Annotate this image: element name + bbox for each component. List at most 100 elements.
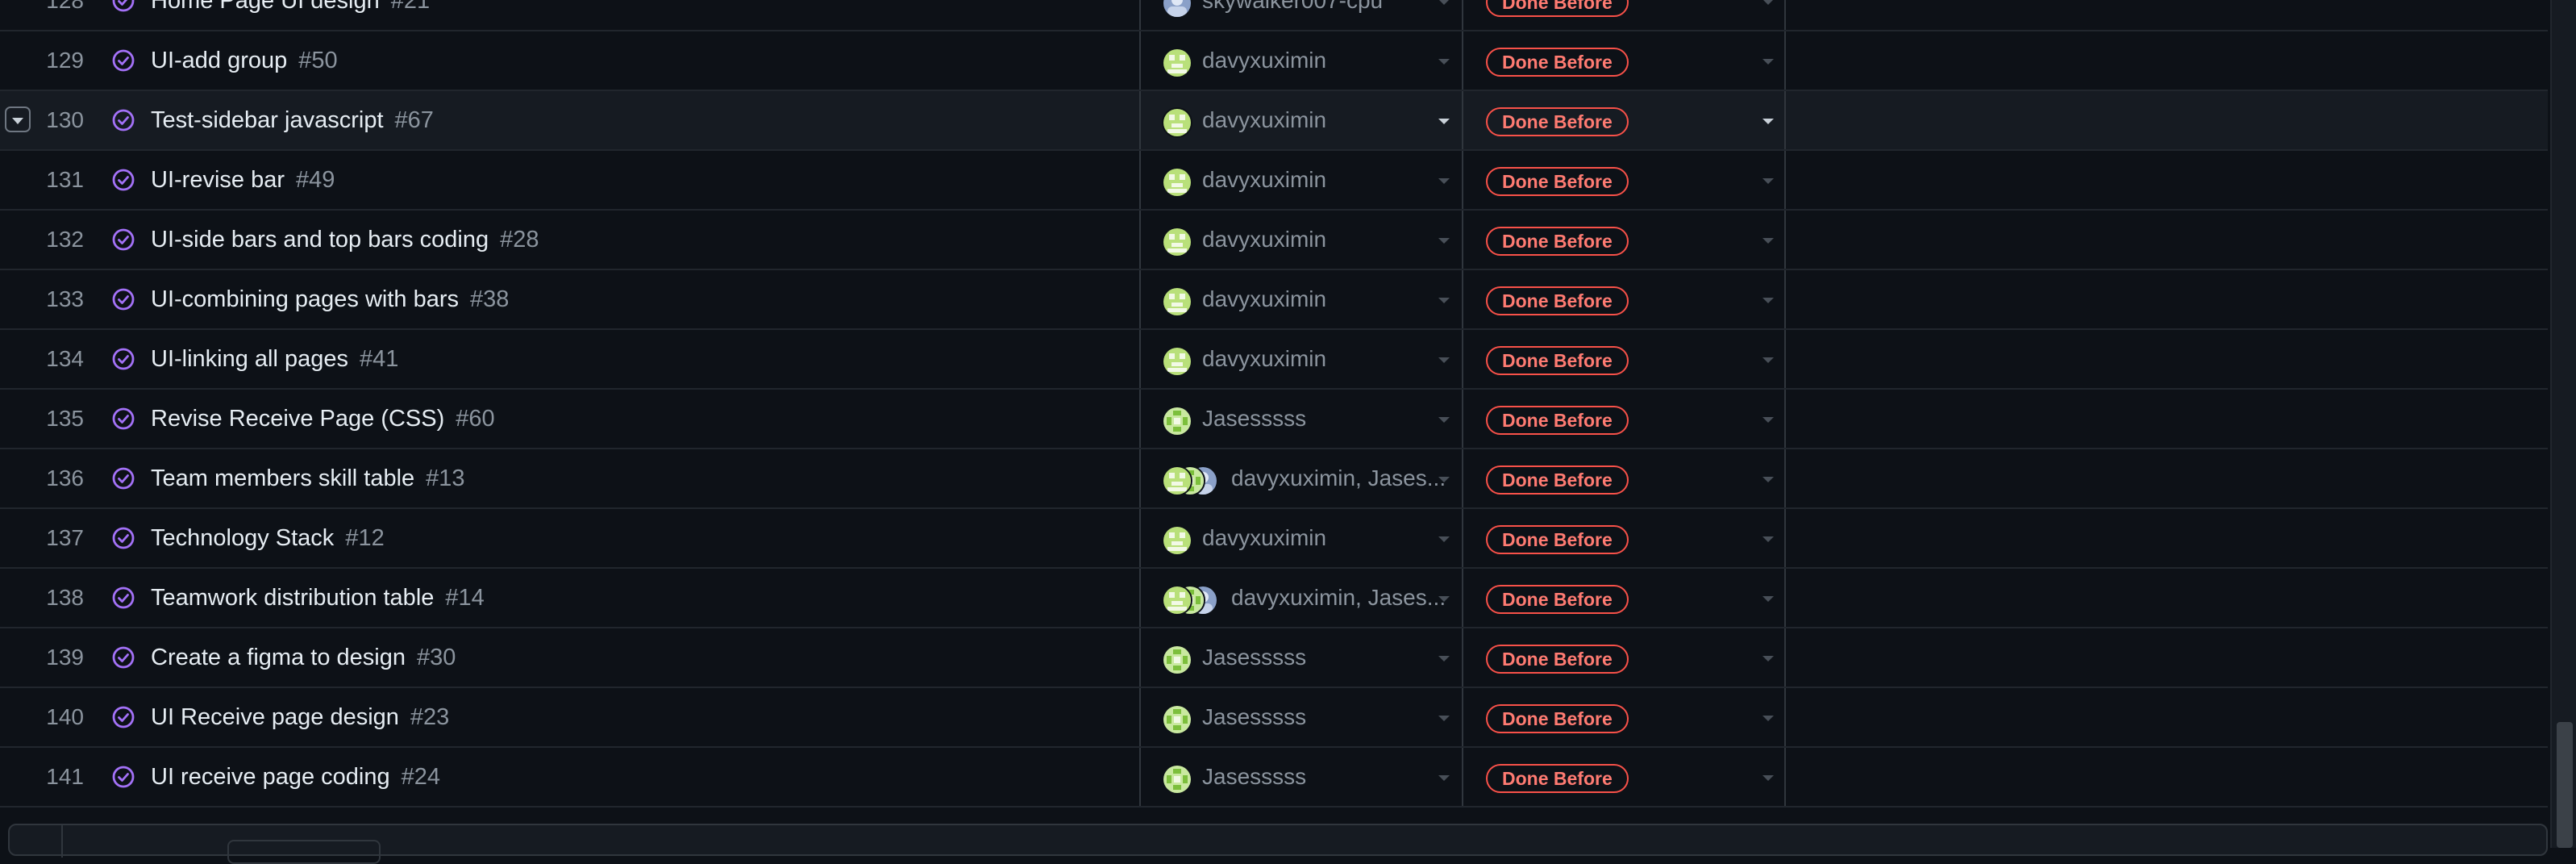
title-cell[interactable]: 136 Team members skill table #13 bbox=[0, 449, 1141, 507]
status-cell[interactable]: Done Before bbox=[1465, 330, 1786, 388]
chevron-down-icon[interactable] bbox=[1438, 775, 1450, 781]
chevron-down-icon[interactable] bbox=[1762, 59, 1774, 65]
assignee-cell[interactable]: skywalker007-cpu bbox=[1142, 0, 1463, 30]
chevron-down-icon[interactable] bbox=[1438, 536, 1450, 542]
chevron-down-icon[interactable] bbox=[1762, 716, 1774, 721]
assignee-cell[interactable]: davyxuximin bbox=[1142, 91, 1463, 149]
status-cell[interactable]: Done Before bbox=[1465, 0, 1786, 30]
chevron-down-icon[interactable] bbox=[1438, 119, 1450, 124]
status-cell[interactable]: Done Before bbox=[1465, 509, 1786, 567]
add-item-bar[interactable] bbox=[8, 824, 2548, 864]
issue-title-text[interactable]: UI-side bars and top bars coding bbox=[151, 227, 489, 253]
status-cell[interactable]: Done Before bbox=[1465, 270, 1786, 328]
assignee-cell[interactable]: davyxuximin, Jases... bbox=[1142, 569, 1463, 627]
chevron-down-icon[interactable] bbox=[1762, 178, 1774, 184]
chevron-down-icon[interactable] bbox=[1438, 0, 1450, 5]
assignee-cell[interactable]: Jasesssss bbox=[1142, 688, 1463, 746]
assignee-cell[interactable]: Jasesssss bbox=[1142, 390, 1463, 448]
chevron-down-icon[interactable] bbox=[1438, 477, 1450, 482]
status-cell[interactable]: Done Before bbox=[1465, 390, 1786, 448]
table-row[interactable]: 128 Home Page UI design #21 skywalker007-… bbox=[0, 0, 2548, 31]
scrollbar-thumb[interactable] bbox=[2557, 722, 2573, 848]
title-cell[interactable]: 128 Home Page UI design #21 bbox=[0, 0, 1141, 30]
assignee-cell[interactable]: davyxuximin, Jases... bbox=[1142, 449, 1463, 507]
table-row[interactable]: 129 UI-add group #50 davyxuximin Done Bef… bbox=[0, 31, 2548, 91]
assignee-cell[interactable]: davyxuximin bbox=[1142, 31, 1463, 90]
issue-title-text[interactable]: UI-linking all pages bbox=[151, 346, 348, 372]
chevron-down-icon[interactable] bbox=[1438, 417, 1450, 423]
table-row[interactable]: 140 UI Receive page design #23 Jasesssss … bbox=[0, 688, 2548, 748]
issue-title[interactable]: Test-sidebar javascript #67 bbox=[151, 107, 434, 134]
issue-title-text[interactable]: Teamwork distribution table bbox=[151, 585, 434, 611]
issue-title[interactable]: UI-linking all pages #41 bbox=[151, 346, 398, 373]
chevron-down-icon[interactable] bbox=[1762, 477, 1774, 482]
issue-title[interactable]: UI-combining pages with bars #38 bbox=[151, 286, 509, 313]
status-cell[interactable]: Done Before bbox=[1465, 151, 1786, 209]
table-row[interactable]: 136 Team members skill table #13 davyxuxi… bbox=[0, 449, 2548, 509]
title-cell[interactable]: 133 UI-combining pages with bars #38 bbox=[0, 270, 1141, 328]
assignee-cell[interactable]: davyxuximin bbox=[1142, 270, 1463, 328]
title-cell[interactable]: 135 Revise Receive Page (CSS) #60 bbox=[0, 390, 1141, 448]
table-row[interactable]: 130 Test-sidebar javascript #67 davyxuxim… bbox=[0, 91, 2548, 151]
chevron-down-icon[interactable] bbox=[1438, 59, 1450, 65]
status-cell[interactable]: Done Before bbox=[1465, 688, 1786, 746]
title-cell[interactable]: 137 Technology Stack #12 bbox=[0, 509, 1141, 567]
chevron-down-icon[interactable] bbox=[1762, 417, 1774, 423]
status-cell[interactable]: Done Before bbox=[1465, 211, 1786, 269]
status-cell[interactable]: Done Before bbox=[1465, 569, 1786, 627]
title-cell[interactable]: 130 Test-sidebar javascript #67 bbox=[0, 91, 1141, 149]
title-cell[interactable]: 141 UI receive page coding #24 bbox=[0, 748, 1141, 806]
issue-title-text[interactable]: UI-add group bbox=[151, 48, 287, 73]
issue-title[interactable]: Home Page UI design #21 bbox=[151, 0, 430, 15]
table-row[interactable]: 133 UI-combining pages with bars #38 davy… bbox=[0, 270, 2548, 330]
table-row[interactable]: 132 UI-side bars and top bars coding #28 … bbox=[0, 211, 2548, 270]
table-row[interactable]: 139 Create a figma to design #30 Jasessss… bbox=[0, 628, 2548, 688]
issue-title-text[interactable]: UI-revise bar bbox=[151, 167, 285, 193]
table-row[interactable]: 135 Revise Receive Page (CSS) #60 Jasesss… bbox=[0, 390, 2548, 449]
table-row[interactable]: 138 Teamwork distribution table #14 davyx… bbox=[0, 569, 2548, 628]
chevron-down-icon[interactable] bbox=[1762, 0, 1774, 5]
assignee-cell[interactable]: davyxuximin bbox=[1142, 211, 1463, 269]
issue-title[interactable]: Team members skill table #13 bbox=[151, 465, 465, 492]
chevron-down-icon[interactable] bbox=[1762, 596, 1774, 602]
issue-title-text[interactable]: Create a figma to design bbox=[151, 645, 406, 670]
status-cell[interactable]: Done Before bbox=[1465, 31, 1786, 90]
status-cell[interactable]: Done Before bbox=[1465, 449, 1786, 507]
issue-title[interactable]: UI-side bars and top bars coding #28 bbox=[151, 227, 539, 253]
chevron-down-icon[interactable] bbox=[1438, 178, 1450, 184]
table-row[interactable]: 137 Technology Stack #12 davyxuximin Done… bbox=[0, 509, 2548, 569]
issue-title[interactable]: UI-add group #50 bbox=[151, 48, 338, 74]
issue-title-text[interactable]: UI Receive page design bbox=[151, 704, 399, 730]
title-cell[interactable]: 139 Create a figma to design #30 bbox=[0, 628, 1141, 687]
issue-title[interactable]: Create a figma to design #30 bbox=[151, 645, 456, 671]
chevron-down-icon[interactable] bbox=[1438, 357, 1450, 363]
table-row[interactable]: 141 UI receive page coding #24 Jasesssss … bbox=[0, 748, 2548, 808]
add-item-input[interactable] bbox=[227, 840, 381, 864]
chevron-down-icon[interactable] bbox=[1438, 238, 1450, 244]
assignee-cell[interactable]: davyxuximin bbox=[1142, 151, 1463, 209]
assignee-cell[interactable]: Jasesssss bbox=[1142, 748, 1463, 806]
status-cell[interactable]: Done Before bbox=[1465, 748, 1786, 806]
issue-title-text[interactable]: Revise Receive Page (CSS) bbox=[151, 406, 444, 432]
status-cell[interactable]: Done Before bbox=[1465, 628, 1786, 687]
issue-title-text[interactable]: UI receive page coding bbox=[151, 764, 390, 790]
chevron-down-icon[interactable] bbox=[1762, 775, 1774, 781]
issue-title-text[interactable]: Test-sidebar javascript bbox=[151, 107, 384, 133]
assignee-cell[interactable]: davyxuximin bbox=[1142, 509, 1463, 567]
title-cell[interactable]: 138 Teamwork distribution table #14 bbox=[0, 569, 1141, 627]
issue-title[interactable]: UI Receive page design #23 bbox=[151, 704, 449, 731]
issue-title[interactable]: Teamwork distribution table #14 bbox=[151, 585, 485, 611]
issue-title-text[interactable]: UI-combining pages with bars bbox=[151, 286, 459, 312]
status-cell[interactable]: Done Before bbox=[1465, 91, 1786, 149]
table-row[interactable]: 131 UI-revise bar #49 davyxuximin Done Be… bbox=[0, 151, 2548, 211]
chevron-down-icon[interactable] bbox=[1438, 298, 1450, 303]
title-cell[interactable]: 132 UI-side bars and top bars coding #28 bbox=[0, 211, 1141, 269]
chevron-down-icon[interactable] bbox=[1438, 716, 1450, 721]
issue-title-text[interactable]: Team members skill table bbox=[151, 465, 414, 491]
issue-title-text[interactable]: Technology Stack bbox=[151, 525, 334, 551]
chevron-down-icon[interactable] bbox=[1762, 656, 1774, 662]
issue-title[interactable]: UI receive page coding #24 bbox=[151, 764, 440, 791]
vertical-scrollbar[interactable] bbox=[2550, 0, 2576, 848]
chevron-down-icon[interactable] bbox=[1438, 596, 1450, 602]
chevron-down-icon[interactable] bbox=[1762, 119, 1774, 124]
